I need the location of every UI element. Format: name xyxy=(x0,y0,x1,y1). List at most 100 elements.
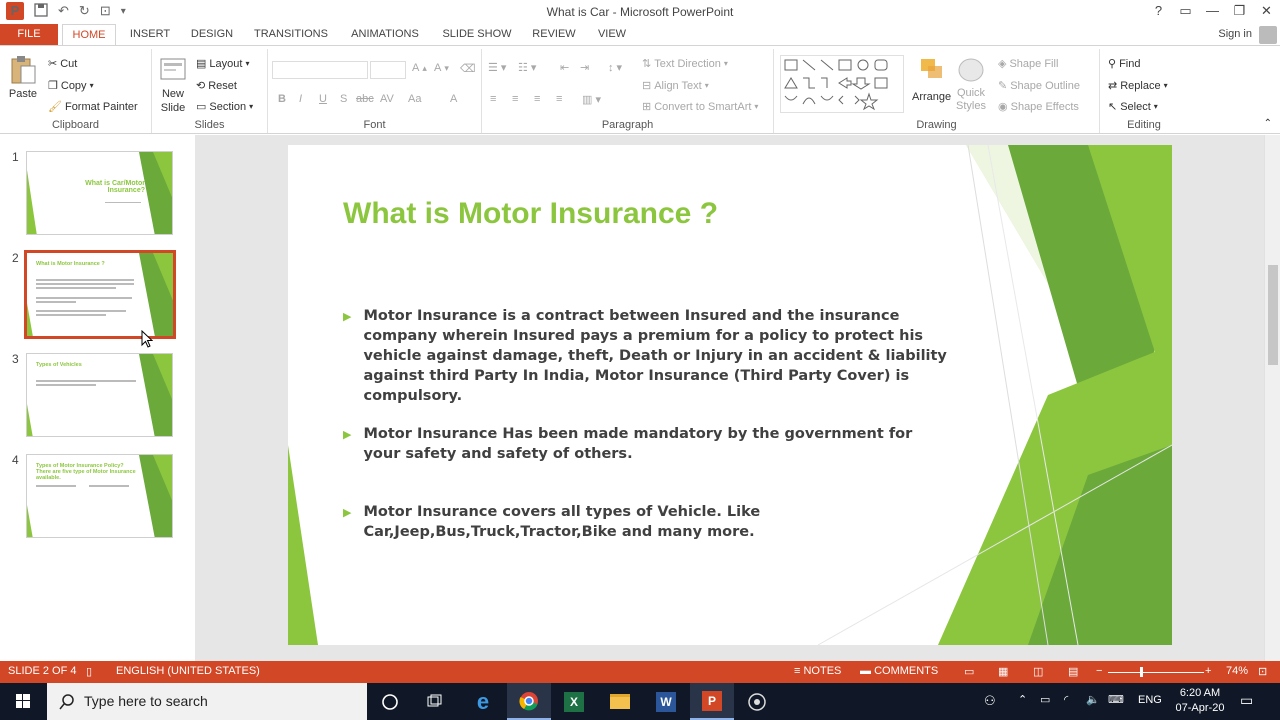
grow-font-icon[interactable]: A ▴ xyxy=(412,62,427,74)
word-icon[interactable]: W xyxy=(644,683,688,720)
tab-view[interactable]: VIEW xyxy=(590,24,634,46)
find-button[interactable]: ⚲ Find xyxy=(1108,57,1140,71)
user-avatar[interactable] xyxy=(1259,26,1277,44)
slide-sorter-icon[interactable]: ▦ xyxy=(998,665,1008,678)
zoom-slider-thumb[interactable] xyxy=(1140,667,1143,677)
ribbon-display-options-icon[interactable]: ▭ xyxy=(1172,0,1199,24)
copy-button[interactable]: ❐ Copy ▾ xyxy=(48,79,94,93)
increase-indent-icon[interactable]: ⇥ xyxy=(580,61,589,74)
bullet-item[interactable]: ▶ Motor Insurance is a contract between … xyxy=(343,306,953,406)
line-spacing-icon[interactable]: ↕ ▾ xyxy=(608,61,622,74)
justify-icon[interactable]: ≡ xyxy=(556,93,562,105)
sign-in-link[interactable]: Sign in xyxy=(1218,28,1252,40)
zoom-level[interactable]: 74% xyxy=(1226,665,1248,677)
slide-show-icon[interactable]: ▤ xyxy=(1068,665,1078,678)
bullet-item[interactable]: ▶ Motor Insurance covers all types of Ve… xyxy=(343,502,953,542)
vertical-scrollbar[interactable] xyxy=(1264,135,1280,661)
columns-icon[interactable]: ▥ ▾ xyxy=(582,93,601,106)
tab-animations[interactable]: ANIMATIONS xyxy=(344,24,426,46)
network-icon[interactable]: ◜ xyxy=(1064,693,1068,720)
scrollbar-thumb[interactable] xyxy=(1268,265,1278,365)
character-spacing-button[interactable]: AV xyxy=(380,93,394,105)
language-indicator[interactable]: ENGLISH (UNITED STATES) xyxy=(116,665,260,677)
slide-thumbnail-2[interactable]: What is Motor Insurance ? xyxy=(24,250,176,339)
bullets-icon[interactable]: ☰ ▾ xyxy=(488,61,506,74)
zoom-slider[interactable] xyxy=(1108,672,1204,673)
align-left-icon[interactable]: ≡ xyxy=(490,93,496,105)
numbering-icon[interactable]: ☷ ▾ xyxy=(518,61,536,74)
cut-button[interactable]: ✂ Cut xyxy=(48,57,77,71)
spelling-icon[interactable]: ▯ xyxy=(86,665,92,678)
font-color-button[interactable]: A xyxy=(450,93,457,105)
underline-button[interactable]: U xyxy=(319,93,327,105)
quick-styles-button[interactable]: Quick Styles xyxy=(956,55,986,113)
replace-button[interactable]: ⇄ Replace ▾ xyxy=(1108,79,1168,93)
bold-button[interactable]: B xyxy=(278,93,286,105)
new-slide-button[interactable]: New Slide xyxy=(158,55,188,115)
slide-title[interactable]: What is Motor Insurance ? xyxy=(343,197,718,231)
shrink-font-icon[interactable]: A ▾ xyxy=(434,62,449,74)
decrease-indent-icon[interactable]: ⇤ xyxy=(560,61,569,74)
keyboard-icon[interactable]: ⌨ xyxy=(1108,693,1124,720)
start-button[interactable] xyxy=(0,683,46,720)
zoom-out-button[interactable]: − xyxy=(1096,665,1102,677)
shape-outline-button[interactable]: ✎ Shape Outline xyxy=(998,79,1080,93)
paste-button[interactable]: Paste xyxy=(8,54,38,100)
tab-home[interactable]: HOME xyxy=(62,24,116,46)
slide-thumbnail-4[interactable]: Types of Motor Insurance Policy? There a… xyxy=(26,454,173,538)
arrange-button[interactable]: Arrange xyxy=(912,55,951,103)
shape-effects-button[interactable]: ◉ Shape Effects xyxy=(998,100,1079,114)
bullet-item[interactable]: ▶ Motor Insurance Has been made mandator… xyxy=(343,424,953,464)
reset-button[interactable]: ⟲ Reset xyxy=(196,79,237,93)
fit-slide-icon[interactable]: ⊡ xyxy=(1258,665,1267,678)
comments-button[interactable]: ▬ COMMENTS xyxy=(860,665,938,677)
clock[interactable]: 6:20 AM 07-Apr-20 xyxy=(1170,686,1230,720)
taskbar-search-box[interactable]: Type here to search xyxy=(47,683,367,720)
minimize-button[interactable]: — xyxy=(1199,0,1226,24)
excel-icon[interactable]: X xyxy=(552,683,596,720)
chrome-icon[interactable] xyxy=(507,683,551,720)
tab-review[interactable]: REVIEW xyxy=(528,24,580,46)
collapse-ribbon-icon[interactable]: ⌃ xyxy=(1264,118,1272,129)
camera-app-icon[interactable] xyxy=(735,683,779,720)
tab-transitions[interactable]: TRANSITIONS xyxy=(250,24,332,46)
strikethrough-button[interactable]: abc xyxy=(356,93,374,105)
show-hidden-icons-chevron[interactable]: ⌃ xyxy=(1018,693,1027,720)
tab-insert[interactable]: INSERT xyxy=(124,24,176,46)
restore-button[interactable]: ❐ xyxy=(1226,0,1253,24)
normal-view-icon[interactable]: ▭ xyxy=(964,665,974,678)
close-button[interactable]: ✕ xyxy=(1253,0,1280,24)
battery-icon[interactable]: ▭ xyxy=(1040,693,1050,720)
select-button[interactable]: ↖ Select ▾ xyxy=(1108,100,1158,114)
clear-formatting-icon[interactable]: ⌫ xyxy=(460,62,476,75)
volume-icon[interactable]: 🔈 xyxy=(1086,693,1100,720)
align-text-button[interactable]: ⊟ Align Text ▾ xyxy=(642,79,709,93)
text-direction-button[interactable]: ⇅ Text Direction ▾ xyxy=(642,57,728,71)
powerpoint-taskbar-icon[interactable]: P xyxy=(690,683,734,720)
font-name-box[interactable] xyxy=(272,61,368,79)
tab-file[interactable]: FILE xyxy=(0,24,58,46)
edge-browser-icon[interactable]: e xyxy=(461,683,505,720)
shapes-gallery[interactable] xyxy=(780,55,904,113)
notes-button[interactable]: ≡ NOTES xyxy=(794,665,841,677)
layout-button[interactable]: ▤ Layout ▾ xyxy=(196,57,249,71)
reading-view-icon[interactable]: ◫ xyxy=(1033,665,1043,678)
help-icon[interactable]: ? xyxy=(1145,0,1172,24)
shape-fill-button[interactable]: ◈ Shape Fill xyxy=(998,57,1058,71)
convert-smartart-button[interactable]: ⊞ Convert to SmartArt ▾ xyxy=(642,100,758,114)
tab-design[interactable]: DESIGN xyxy=(186,24,238,46)
slide-thumbnail-3[interactable]: Types of Vehicles xyxy=(26,353,173,437)
align-right-icon[interactable]: ≡ xyxy=(534,93,540,105)
input-language[interactable]: ENG xyxy=(1138,694,1162,720)
font-size-box[interactable] xyxy=(370,61,406,79)
italic-button[interactable]: I xyxy=(299,93,302,105)
cortana-icon[interactable] xyxy=(368,683,412,720)
align-center-icon[interactable]: ≡ xyxy=(512,93,518,105)
change-case-button[interactable]: Aa xyxy=(408,93,421,105)
shadow-button[interactable]: S xyxy=(340,93,347,105)
file-explorer-icon[interactable] xyxy=(598,683,642,720)
tab-slide-show[interactable]: SLIDE SHOW xyxy=(438,24,516,46)
notification-center-icon[interactable]: ▭ xyxy=(1240,692,1253,720)
format-painter-button[interactable]: 🖌 Format Painter xyxy=(48,100,138,114)
slide-canvas[interactable]: What is Motor Insurance ? ▶ Motor Insura… xyxy=(288,145,1172,645)
